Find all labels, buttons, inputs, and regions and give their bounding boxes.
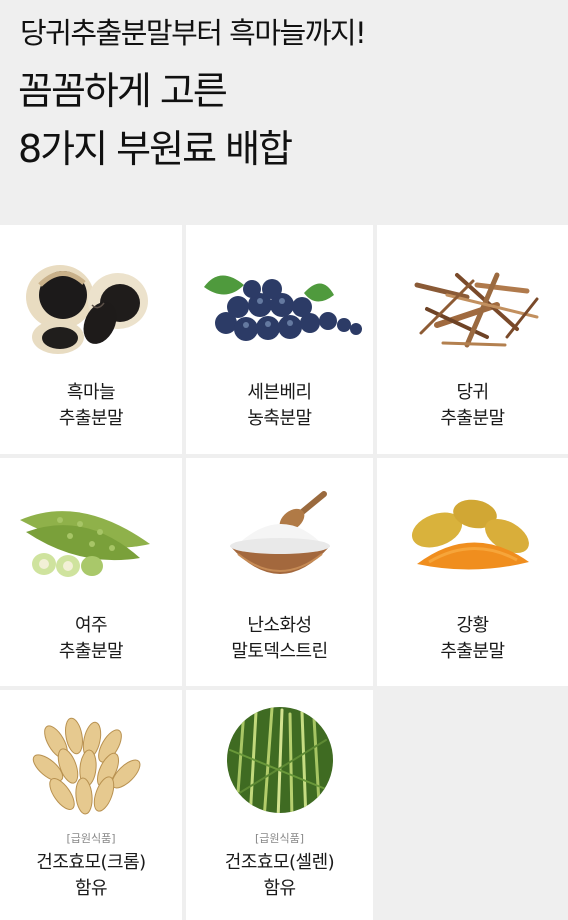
ingredient-form: 말토덱스트린 xyxy=(231,641,328,662)
ingredient-card-bitter-melon: 여주 추출분말 xyxy=(0,458,182,686)
header: 당귀추출분말부터 흑마늘까지! 꼼꼼하게 고른 8가지 부원료 배합 xyxy=(0,0,568,225)
barley-grains-image xyxy=(32,717,141,815)
ingredient-card-turmeric: 강황 추출분말 xyxy=(377,458,568,686)
headline-line-2: 8가지 부원료 배합 xyxy=(18,127,293,171)
turmeric-image xyxy=(411,499,529,570)
black-garlic-image xyxy=(26,265,148,354)
ingredient-name: 강황 xyxy=(456,615,489,636)
headline-line-1: 꼼꼼하게 고른 xyxy=(18,69,228,113)
ingredient-form: 함유 xyxy=(74,878,108,899)
ingredient-name: 흑마늘 xyxy=(66,382,116,403)
ingredient-name: 세븐베리 xyxy=(247,382,312,403)
ingredient-form: 추출분말 xyxy=(58,408,124,429)
ingredient-form: 농축분말 xyxy=(247,408,312,429)
ingredient-card-maltodextrin: 난소화성 말토덱스트린 xyxy=(186,458,373,686)
ingredient-card-yeast-selenium: [급원식품] 건조효모(셀렌) 함유 xyxy=(186,690,373,920)
ingredient-form: 추출분말 xyxy=(440,641,505,662)
ingredient-form: 추출분말 xyxy=(58,641,124,662)
ingredient-name: 난소화성 xyxy=(247,615,312,636)
ingredient-card-seven-berry: 세븐베리 농축분말 xyxy=(186,225,373,454)
ingredient-grid: 흑마늘 추출분말 세븐베리 농축분말 당귀 추출분말 여주 추출분말 난소화성 … xyxy=(0,225,568,920)
empty-grid-cell xyxy=(377,690,568,920)
ingredient-name: 여주 xyxy=(74,615,108,636)
ingredient-card-angelica: 당귀 추출분말 xyxy=(377,225,568,454)
ingredient-form: 함유 xyxy=(263,878,296,899)
bitter-melon-image xyxy=(20,511,150,577)
ingredient-name: 건조효모(크롬) xyxy=(36,852,146,873)
angelica-root-image xyxy=(414,272,539,348)
ingredient-card-black-garlic: 흑마늘 추출분말 xyxy=(0,225,182,454)
ingredient-form: 추출분말 xyxy=(440,408,505,429)
source-food-tag: [급원식품] xyxy=(254,832,305,845)
powder-bowl-image xyxy=(230,491,330,574)
source-food-tag: [급원식품] xyxy=(66,832,116,845)
tagline: 당귀추출분말부터 흑마늘까지! xyxy=(20,16,367,50)
ingredient-name: 당귀 xyxy=(456,382,489,403)
blueberries-image xyxy=(204,275,362,341)
barley-field-image xyxy=(227,707,333,813)
ingredient-name: 건조효모(셀렌) xyxy=(224,852,335,873)
ingredient-card-yeast-chromium: [급원식품] 건조효모(크롬) 함유 xyxy=(0,690,182,920)
